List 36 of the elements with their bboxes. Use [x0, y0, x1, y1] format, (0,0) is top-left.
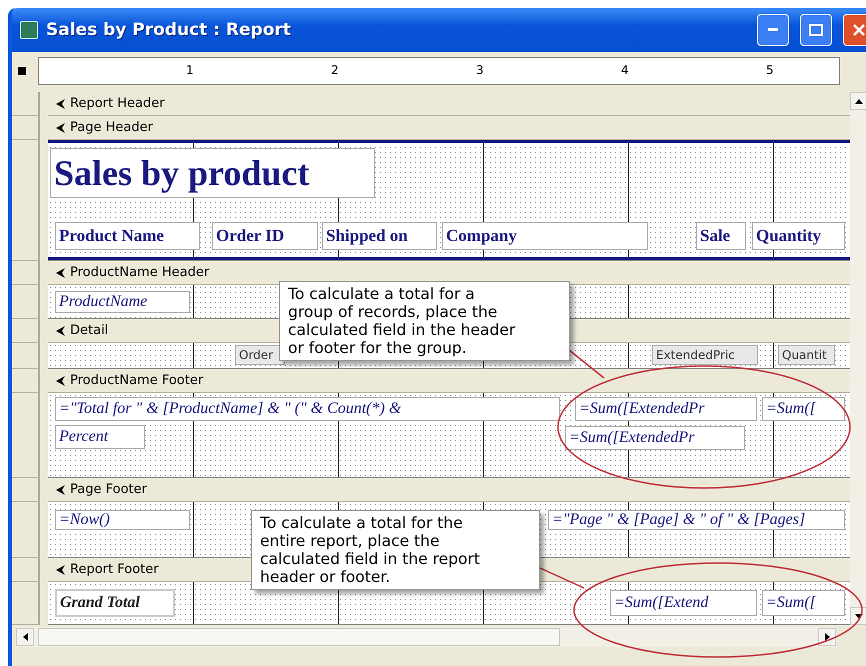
text-box[interactable]: ="Total for " & [ProductName] & " (" & Count(*) & [55, 397, 560, 421]
text-box[interactable]: ="Page " & [Page] & " of " & [Pages] [548, 510, 845, 530]
text-box[interactable]: Quantit [778, 345, 835, 365]
section-title: Report Footer [70, 562, 159, 577]
window-title: Sales by Product : Report [46, 20, 292, 40]
text-box[interactable]: Percent [55, 425, 145, 449]
column-label[interactable]: Order ID [212, 222, 318, 250]
section-title: Page Header [70, 120, 153, 135]
total-label[interactable]: Grand Total [55, 589, 175, 617]
text-box[interactable]: ExtendedPric [652, 345, 758, 365]
section-title: ProductName Header [70, 265, 210, 280]
column-label[interactable]: Company [442, 222, 648, 250]
text-box[interactable]: =Sum([Extend [610, 590, 757, 616]
ruler-number: 3 [476, 63, 484, 77]
section-title: Report Header [70, 96, 165, 111]
text-box[interactable]: =Sum([ExtendedPr [575, 397, 757, 421]
ruler-number: 1 [186, 63, 194, 77]
section-title: Page Footer [70, 482, 147, 497]
column-label[interactable]: Sale [696, 222, 746, 250]
report-title[interactable]: Sales by product [50, 148, 375, 198]
text-box[interactable]: =Sum([ExtendedPr [565, 426, 745, 450]
section-title: Detail [70, 323, 108, 338]
section-title: ProductName Footer [70, 373, 204, 388]
callout-note: To calculate a total for a group of records, place the calculated field in the header or footer for the group. [279, 281, 570, 361]
column-label[interactable]: Product Name [55, 222, 200, 250]
callout-note: To calculate a total for the entire report, place the calculated field in the report header or footer. [251, 510, 540, 590]
text-box[interactable]: Order [235, 345, 285, 365]
column-label[interactable]: Quantity [752, 222, 845, 250]
text-box[interactable]: =Now() [55, 510, 190, 530]
text-box[interactable]: ProductName [55, 291, 190, 313]
ruler-number: 5 [766, 63, 774, 77]
column-label[interactable]: Shipped on [322, 222, 437, 250]
ruler-number: 2 [331, 63, 339, 77]
text-box[interactable]: =Sum([ [762, 397, 845, 421]
text-box[interactable]: =Sum([ [762, 590, 845, 616]
ruler-number: 4 [621, 63, 629, 77]
